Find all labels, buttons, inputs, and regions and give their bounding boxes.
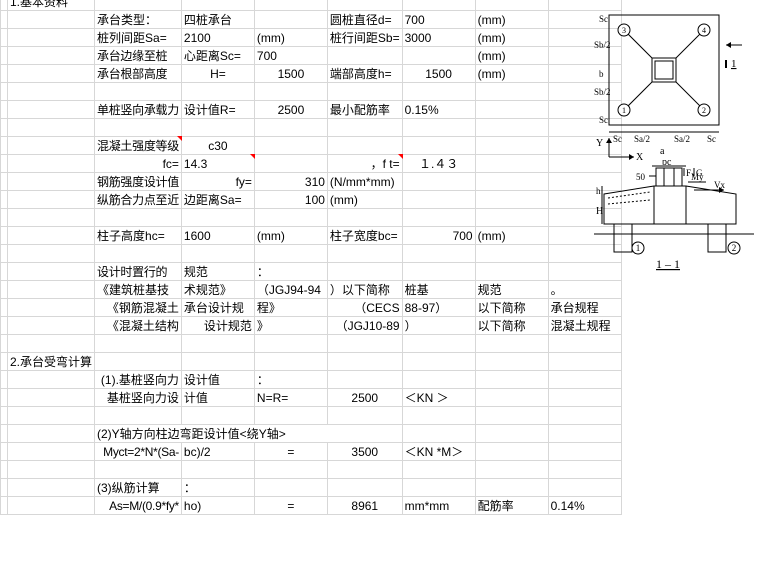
svg-text:1: 1 bbox=[636, 243, 641, 253]
H-label2: H= bbox=[181, 65, 254, 83]
eq2-value[interactable]: 3500 bbox=[327, 443, 402, 461]
R-value[interactable]: 2500 bbox=[254, 101, 327, 119]
svg-text:1: 1 bbox=[622, 106, 626, 115]
svg-text:b: b bbox=[599, 69, 604, 79]
eq3-ratio-label: 配筋率 bbox=[475, 497, 548, 515]
bc-value[interactable]: 700 bbox=[402, 227, 475, 245]
fy-label: 钢筋强度设计值 bbox=[95, 173, 182, 191]
diameter-label: 圆桩直径d= bbox=[327, 11, 402, 29]
eq1-value[interactable]: 2500 bbox=[327, 389, 402, 407]
eq2-unit: ＜KN *M＞ bbox=[402, 443, 475, 461]
eq1-a: 基桩竖向力设 bbox=[95, 389, 182, 407]
svg-text:Sc: Sc bbox=[599, 14, 608, 24]
type-value[interactable]: 四桩承台 bbox=[181, 11, 254, 29]
hc-label: 柱子高度hc= bbox=[95, 227, 182, 245]
fc-label: fc= bbox=[95, 155, 182, 173]
svg-text:h: h bbox=[596, 186, 601, 196]
eq2-a: Myct=2*N*(Sa- bbox=[95, 443, 182, 461]
concrete-value[interactable]: c30 bbox=[181, 137, 254, 155]
svg-text:Sc: Sc bbox=[707, 134, 716, 144]
calc2-title: (2)Y轴方向柱边弯距设计值<绕Y轴> bbox=[95, 425, 403, 443]
fc-value[interactable]: 14.3 bbox=[181, 155, 254, 173]
hc-value[interactable]: 1600 bbox=[181, 227, 254, 245]
svg-text:Sc: Sc bbox=[599, 115, 608, 125]
sc-value[interactable]: 700 bbox=[254, 47, 327, 65]
svg-text:2: 2 bbox=[702, 106, 706, 115]
svg-text:bc: bc bbox=[662, 160, 672, 168]
spec2-a: 《钢筋混凝土 bbox=[95, 299, 182, 317]
eq3-unit: mm*mm bbox=[402, 497, 475, 515]
sb-label: 桩行间距Sb= bbox=[327, 29, 402, 47]
unit-mm: (mm) bbox=[475, 11, 548, 29]
svg-text:4: 4 bbox=[702, 26, 706, 35]
H-label: 承台根部高度 bbox=[95, 65, 182, 83]
spec-label: 设计时置行的 bbox=[95, 263, 182, 281]
H-value[interactable]: 1500 bbox=[254, 65, 327, 83]
svg-text:3: 3 bbox=[622, 26, 626, 35]
svg-text:X: X bbox=[636, 152, 644, 160]
calc1-title: (1).基桩竖向力 bbox=[95, 371, 182, 389]
ft-value[interactable]: １.４３ bbox=[402, 155, 475, 173]
calc3-title: (3)纵筋计算 bbox=[95, 479, 182, 497]
sa-label: 桩列间距Sa= bbox=[95, 29, 182, 47]
spec1-a: 《建筑桩基技 bbox=[95, 281, 182, 299]
svg-text:50: 50 bbox=[636, 172, 646, 182]
Sg-label2: 边距离Sa= bbox=[181, 191, 254, 209]
spec-label2: 规范 bbox=[181, 263, 254, 281]
ft-label: ，f t= bbox=[327, 155, 402, 173]
type-label: 承台类型： bbox=[95, 11, 182, 29]
diameter-value[interactable]: 700 bbox=[402, 11, 475, 29]
svg-text:Sc: Sc bbox=[613, 134, 622, 144]
eq3-ratio-value[interactable]: 0.14% bbox=[548, 497, 621, 515]
fy-unit: (N/mm*mm) bbox=[327, 173, 402, 191]
rho-label: 最小配筋率 bbox=[327, 101, 402, 119]
plan-diagram: 3 4 1 2 Sc Sb/2 Sb/2 Sc b Sc Sa/2 Sa/2 S… bbox=[594, 10, 744, 164]
sc-label: 承台边缘至桩 bbox=[95, 47, 182, 65]
sb-value[interactable]: 3000 bbox=[402, 29, 475, 47]
R-label2: 设计值R= bbox=[181, 101, 254, 119]
fy-value[interactable]: 310 bbox=[254, 173, 327, 191]
R-label: 单桩竖向承载力 bbox=[95, 101, 182, 119]
section1-title: 1.基本资料 bbox=[8, 0, 95, 11]
eq1-unit: ＜KN ＞ bbox=[402, 389, 475, 407]
fy-label2: fy= bbox=[181, 173, 254, 191]
svg-text:1: 1 bbox=[731, 58, 737, 70]
svg-text:Y: Y bbox=[596, 138, 603, 149]
svg-text:Sa/2: Sa/2 bbox=[674, 134, 690, 144]
svg-text:F: F bbox=[686, 168, 691, 178]
Sg-label: 纵筋合力点至近 bbox=[95, 191, 182, 209]
concrete-label: 混凝土强度等级 bbox=[95, 137, 182, 155]
bc-label: 柱子宽度bc= bbox=[327, 227, 402, 245]
svg-text:a: a bbox=[660, 146, 665, 157]
svg-text:Sb/2: Sb/2 bbox=[594, 87, 611, 97]
eq3-value[interactable]: 8961 bbox=[327, 497, 402, 515]
h-label: 端部高度h= bbox=[327, 65, 402, 83]
sa-value[interactable]: 2100 bbox=[181, 29, 254, 47]
eq3-a: As=M/(0.9*fy* bbox=[95, 497, 182, 515]
section-diagram: bc 50 1 2 My Vx FG h H 1 – 1 bbox=[594, 160, 754, 284]
svg-text:G: G bbox=[696, 168, 703, 178]
spec3-a: 《混凝土结构 bbox=[95, 317, 182, 335]
svg-text:Vx: Vx bbox=[714, 180, 725, 190]
section2-title: 2.承台受弯计算 bbox=[8, 353, 95, 371]
Sg-value[interactable]: 100 bbox=[254, 191, 327, 209]
rho-value[interactable]: 0.15% bbox=[402, 101, 475, 119]
sc-label2: 心距离Sc= bbox=[181, 47, 254, 65]
svg-text:2: 2 bbox=[732, 243, 737, 253]
svg-text:Sa/2: Sa/2 bbox=[634, 134, 650, 144]
svg-text:Sb/2: Sb/2 bbox=[594, 40, 611, 50]
svg-text:1 – 1: 1 – 1 bbox=[656, 257, 680, 271]
h-value[interactable]: 1500 bbox=[402, 65, 475, 83]
spreadsheet-grid: 1.基本资料 承台类型： 四桩承台 圆桩直径d= 700 (mm) 桩列间距Sa… bbox=[0, 0, 622, 515]
